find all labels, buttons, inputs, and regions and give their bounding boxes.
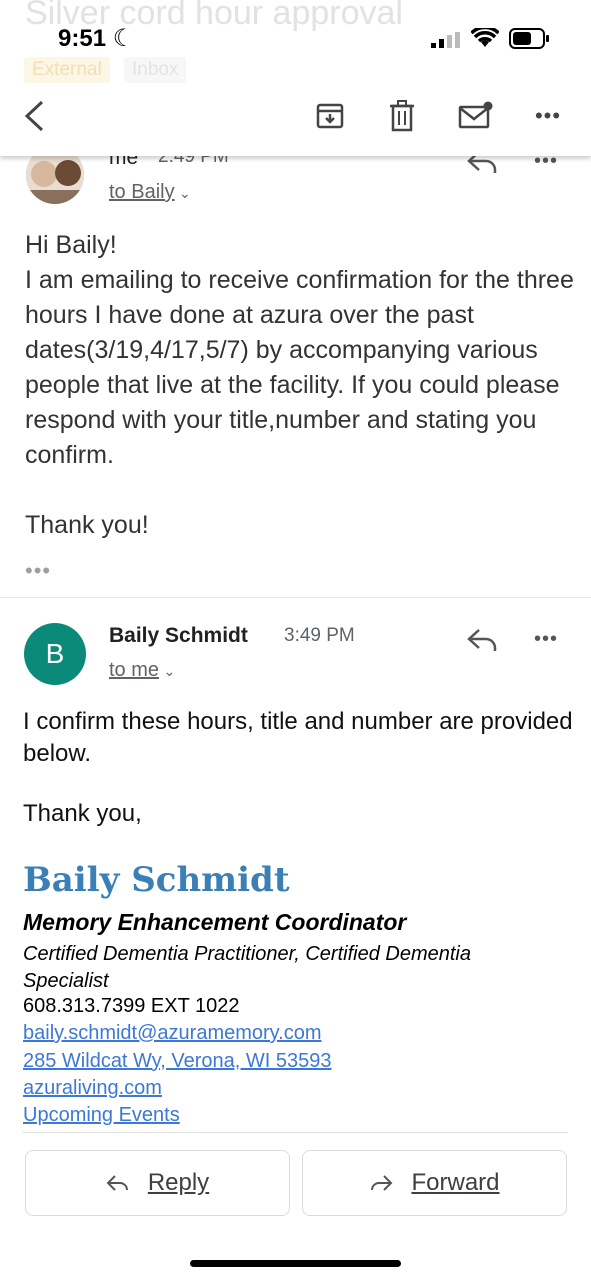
more-icon[interactable]: ••• [534,628,558,651]
signature-name: Baily Schmidt [23,860,290,900]
signal-icon [431,32,463,53]
signature-events-link[interactable]: Upcoming Events [23,1104,180,1127]
recipient-toggle[interactable]: to me ⌄ [109,659,175,682]
email-toolbar: ••• [0,84,591,156]
divider [0,597,591,598]
more-icon[interactable]: ••• [528,96,568,136]
reply-button[interactable]: Reply [25,1150,290,1216]
reply-icon [106,1175,128,1191]
moon-icon: ☾ [106,25,135,52]
message-body: Hi Baily! I am emailing to receive confi… [25,228,575,543]
recipient-label: to Baily [109,181,175,203]
body-paragraph: I am emailing to receive confirmation fo… [25,266,574,469]
greeting: Hi Baily! [25,231,117,259]
forward-button[interactable]: Forward [302,1150,567,1216]
closing: Thank you, [23,800,142,827]
battery-icon [509,28,551,55]
archive-icon[interactable] [310,96,350,136]
signature-address-link[interactable]: 285 Wildcat Wy, Verona, WI 53593 [23,1050,332,1073]
signature-certifications: Certified Dementia Practitioner, Certifi… [23,943,471,992]
body-paragraph: I confirm these hours, title and number … [23,708,573,767]
home-indicator[interactable] [190,1260,401,1267]
sender-name: Baily Schmidt [109,624,248,647]
chevron-down-icon: ⌄ [163,663,176,679]
mark-unread-icon[interactable] [456,96,496,136]
forward-label: Forward [411,1169,500,1196]
wifi-icon [470,25,500,53]
avatar: B [24,623,86,685]
label-inbox: Inbox [124,57,187,83]
show-quoted-icon[interactable]: ••• [25,558,51,584]
message-body: I confirm these hours, title and number … [23,706,573,830]
forward-icon [371,1175,393,1191]
chevron-down-icon: ⌄ [179,185,191,201]
recipient-label: to me [109,659,160,681]
status-time: 9:51 ☾ [58,25,135,52]
signature-title: Memory Enhancement Coordinator [23,909,407,935]
closing: Thank you! [25,511,149,539]
back-icon[interactable] [14,96,54,136]
reply-label: Reply [147,1169,210,1196]
trash-icon[interactable] [382,96,422,136]
sent-time: 3:49 PM [284,625,355,646]
reply-icon[interactable] [466,626,498,657]
recipient-toggle[interactable]: to Baily ⌄ [109,181,191,204]
divider [23,1132,568,1133]
signature-email-link[interactable]: baily.schmidt@azuramemory.com [23,1022,322,1045]
signature-website-link[interactable]: azuraliving.com [23,1077,162,1100]
signature-phone[interactable]: 608.313.7399 EXT 1022 [23,995,239,1018]
label-external: External [24,57,110,83]
